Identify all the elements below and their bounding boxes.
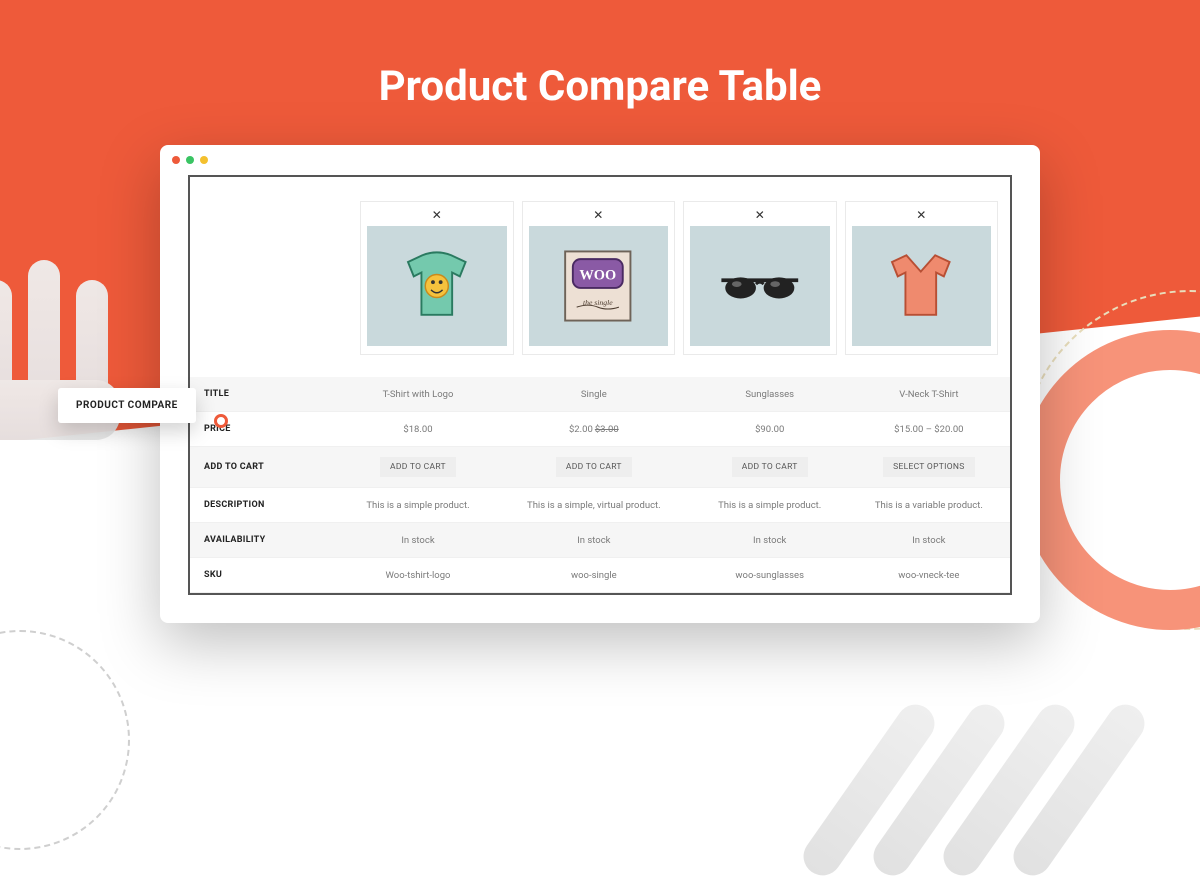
cell-desc-2: This is a simple product. <box>692 488 848 523</box>
cell-sku-0: Woo-tshirt-logo <box>340 558 496 593</box>
cell-price-1: $2.00$3.00 <box>496 412 692 447</box>
remove-product-icon[interactable]: ✕ <box>852 208 992 226</box>
row-price: PRICE $18.00 $2.00$3.00 $90.00 $15.00 – … <box>190 412 1010 447</box>
cell-sku-2: woo-sunglasses <box>692 558 848 593</box>
cell-avail-2: In stock <box>692 523 848 558</box>
blob-left <box>0 260 140 460</box>
row-title: TITLE T-Shirt with Logo Single Sunglasse… <box>190 377 1010 412</box>
browser-window: ✕ ✕ WOO the sin <box>160 145 1040 623</box>
cell-price-0: $18.00 <box>340 412 496 447</box>
page-title: Product Compare Table <box>0 62 1200 111</box>
svg-text:WOO: WOO <box>580 267 617 283</box>
cell-avail-1: In stock <box>496 523 692 558</box>
cell-desc-3: This is a variable product. <box>848 488 1010 523</box>
row-header-title: TITLE <box>190 377 340 412</box>
row-desc: DESCRIPTION This is a simple product. Th… <box>190 488 1010 523</box>
cell-title-1: Single <box>496 377 692 412</box>
cell-avail-0: In stock <box>340 523 496 558</box>
select-options-button[interactable]: SELECT OPTIONS <box>883 457 974 477</box>
cell-desc-1: This is a simple, virtual product. <box>496 488 692 523</box>
add-to-cart-button[interactable]: ADD TO CART <box>556 457 632 477</box>
product-image-sunglasses <box>690 226 830 346</box>
add-to-cart-button[interactable]: ADD TO CART <box>732 457 808 477</box>
product-image-vneck-tshirt <box>852 226 992 346</box>
blob-bottom <box>830 680 1130 840</box>
add-to-cart-button[interactable]: ADD TO CART <box>380 457 456 477</box>
remove-product-icon[interactable]: ✕ <box>690 208 830 226</box>
row-header-sku: SKU <box>190 558 340 593</box>
window-zoom-icon[interactable] <box>200 156 208 164</box>
compare-content: ✕ ✕ WOO the sin <box>188 175 1012 595</box>
tag-knob <box>214 414 228 428</box>
window-close-icon[interactable] <box>172 156 180 164</box>
row-add: ADD TO CART ADD TO CART ADD TO CART ADD … <box>190 447 1010 488</box>
cell-title-3: V-Neck T-Shirt <box>848 377 1010 412</box>
product-card-2: ✕ <box>683 201 837 355</box>
dashed-circle-left <box>0 630 130 850</box>
cell-price-2: $90.00 <box>692 412 848 447</box>
product-card-0: ✕ <box>360 201 514 355</box>
product-card-3: ✕ <box>845 201 999 355</box>
product-image-tshirt-logo <box>367 226 507 346</box>
remove-product-icon[interactable]: ✕ <box>529 208 669 226</box>
row-header-desc: DESCRIPTION <box>190 488 340 523</box>
compare-table: TITLE T-Shirt with Logo Single Sunglasse… <box>190 377 1010 593</box>
window-minimize-icon[interactable] <box>186 156 194 164</box>
window-titlebar <box>160 145 1040 175</box>
row-header-avail: AVAILABILITY <box>190 523 340 558</box>
row-header-add: ADD TO CART <box>190 447 340 488</box>
svg-text:the single: the single <box>583 298 613 307</box>
row-sku: SKU Woo-tshirt-logo woo-single woo-sungl… <box>190 558 1010 593</box>
cell-sku-1: woo-single <box>496 558 692 593</box>
product-image-woo-single: WOO the single <box>529 226 669 346</box>
row-avail: AVAILABILITY In stock In stock In stock … <box>190 523 1010 558</box>
product-image-row: ✕ ✕ WOO the sin <box>190 201 1010 355</box>
cell-title-2: Sunglasses <box>692 377 848 412</box>
cell-desc-0: This is a simple product. <box>340 488 496 523</box>
cell-sku-3: woo-vneck-tee <box>848 558 1010 593</box>
product-compare-tag: PRODUCT COMPARE <box>58 388 196 423</box>
row-header-price: PRICE <box>190 412 340 447</box>
cell-avail-3: In stock <box>848 523 1010 558</box>
product-card-1: ✕ WOO the single <box>522 201 676 355</box>
cell-price-3: $15.00 – $20.00 <box>848 412 1010 447</box>
remove-product-icon[interactable]: ✕ <box>367 208 507 226</box>
cell-title-0: T-Shirt with Logo <box>340 377 496 412</box>
